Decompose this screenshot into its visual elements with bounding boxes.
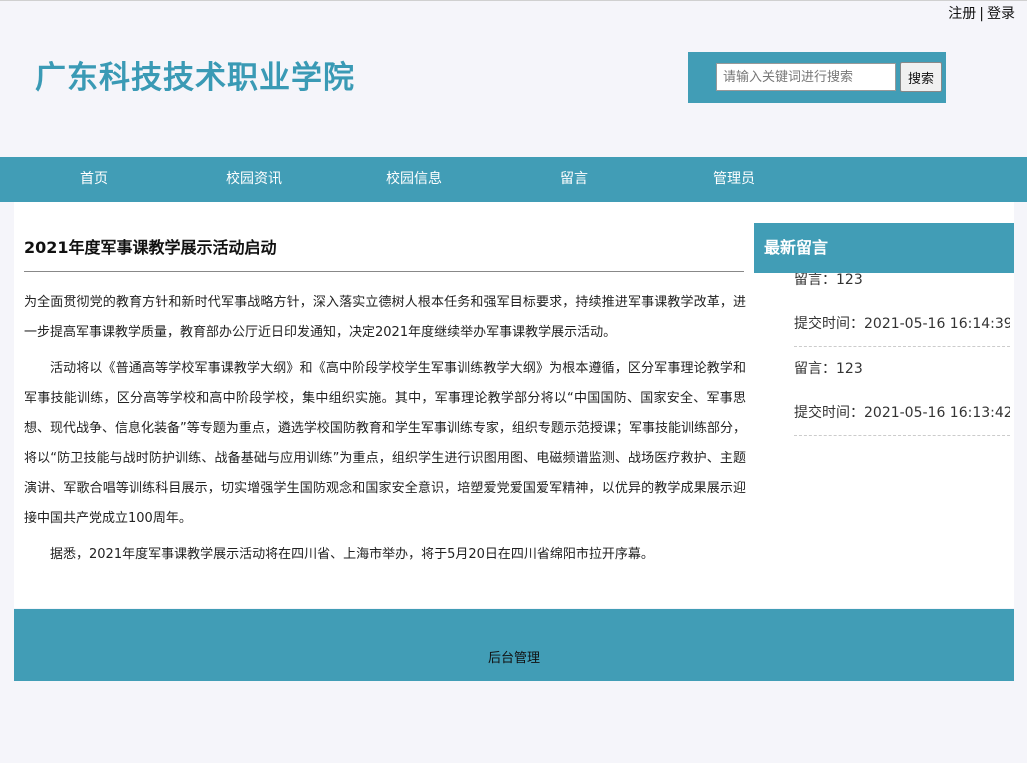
message-time: 提交时间：2021-05-16 16:14:39 [794, 316, 1010, 332]
search-bar: 搜索 [688, 52, 946, 103]
message-item: 留言：123 提交时间：2021-05-16 16:14:39 [794, 273, 1010, 347]
top-divider [0, 0, 1027, 1]
footer: 后台管理 [14, 609, 1014, 681]
nav-item-campus-info[interactable]: 校园信息 [386, 157, 442, 202]
search-button[interactable]: 搜索 [900, 62, 942, 92]
nav-item-campus-news[interactable]: 校园资讯 [226, 157, 282, 202]
article-body: 为全面贯彻党的教育方针和新时代军事战略方针，深入落实立德树人根本任务和强军目标要… [24, 288, 746, 576]
latest-messages-list[interactable]: 留言：123 提交时间：2021-05-16 16:14:39 留言：123 提… [794, 273, 1010, 473]
message-item: 留言：123 提交时间：2021-05-16 16:13:42 [794, 347, 1010, 436]
article-paragraph: 为全面贯彻党的教育方针和新时代军事战略方针，深入落实立德树人根本任务和强军目标要… [24, 295, 746, 340]
nav-item-admin[interactable]: 管理员 [713, 157, 755, 202]
message-text: 留言：123 [794, 273, 863, 288]
login-link[interactable]: 登录 [987, 6, 1015, 22]
message-time: 提交时间：2021-05-16 16:13:42 [794, 405, 1010, 421]
article-title: 2021年度军事课教学展示活动启动 [24, 238, 277, 257]
article-paragraph: 活动将以《普通高等学校军事课教学大纲》和《高中阶段学校学生军事训练教学大纲》为根… [24, 361, 746, 526]
search-input[interactable] [716, 63, 896, 91]
title-divider [24, 271, 744, 272]
main-nav: 首页 校园资讯 校园信息 留言 管理员 [0, 157, 1027, 202]
article-paragraph: 据悉，2021年度军事课教学展示活动将在四川省、上海市举办，将于5月20日在四川… [50, 547, 654, 562]
nav-item-home[interactable]: 首页 [80, 157, 108, 202]
message-text: 留言：123 [794, 361, 863, 377]
admin-backend-link[interactable]: 后台管理 [14, 647, 1014, 666]
site-title: 广东科技技术职业学院 [35, 60, 355, 96]
link-separator: | [979, 6, 984, 22]
nav-item-messages[interactable]: 留言 [560, 157, 588, 202]
latest-messages-title: 最新留言 [754, 223, 1014, 273]
register-link[interactable]: 注册 [948, 6, 976, 22]
content-panel: 2021年度军事课教学展示活动启动 为全面贯彻党的教育方针和新时代军事战略方针，… [14, 202, 1014, 608]
account-links: 注册 | 登录 [948, 3, 1015, 23]
